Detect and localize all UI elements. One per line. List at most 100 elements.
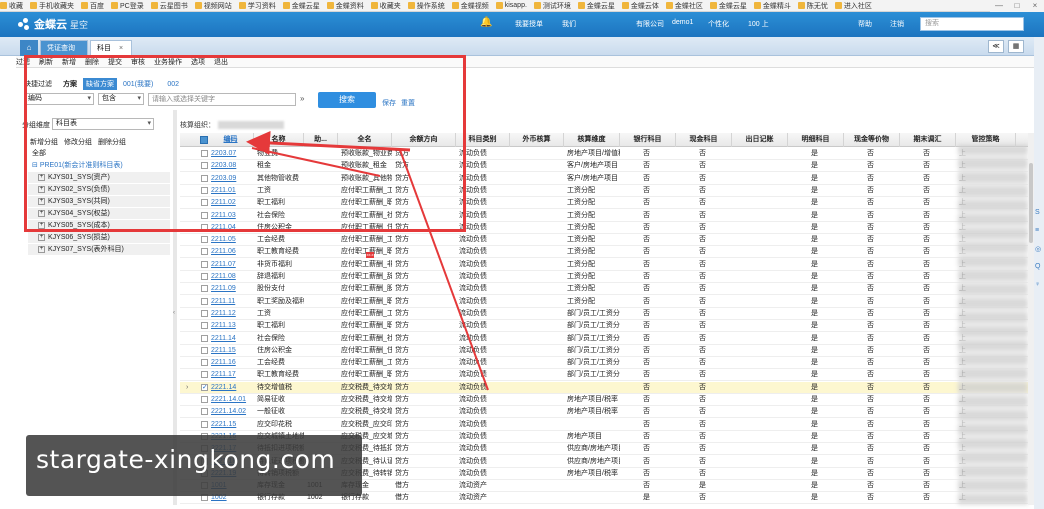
- bookmark-item[interactable]: 收藏夹: [370, 1, 401, 11]
- bookmark-item[interactable]: 金蝶社区: [665, 1, 703, 11]
- table-row[interactable]: 2211.07非货币福利应付职工薪酬_非货贷方流动负债工资分配否否是否否上: [180, 259, 1028, 271]
- bookmark-item[interactable]: 学习资料: [238, 1, 276, 11]
- table-row[interactable]: 2211.09股份支付应付职工薪酬_股份贷方流动负债工资分配否否是否否上: [180, 283, 1028, 296]
- table-row[interactable]: ›2221.14待交增值税应交税费_待交增值贷方流动负债否否是否否上: [180, 381, 1028, 394]
- user-name[interactable]: demo1: [672, 19, 693, 26]
- help-menu[interactable]: 帮助: [858, 19, 872, 29]
- table-row[interactable]: 2221.15应交印花税应交税费_应交印花贷方流动负债否否是否否上: [180, 419, 1028, 431]
- table-row[interactable]: 2211.06职工教育经费应付职工薪酬_职工贷方流动负债工资分配否否是否否上: [180, 246, 1028, 259]
- side-tool-icon[interactable]: S: [1035, 209, 1040, 216]
- column-header[interactable]: 期末调汇: [900, 133, 956, 147]
- column-header[interactable]: 银行科目: [620, 133, 676, 147]
- row-checkbox[interactable]: [201, 346, 208, 354]
- table-row[interactable]: 2211.15住房公积金 应付职工薪酬_住房贷方 流动负债 部门/员工/工资分配 否 否 是…: [180, 345, 1028, 357]
- row-checkbox[interactable]: [201, 420, 208, 428]
- personalize-menu[interactable]: 个性化: [708, 19, 729, 29]
- bookmark-item[interactable]: PC登录: [111, 1, 144, 11]
- tree-item[interactable]: + KJYS06_SYS(损益): [28, 232, 170, 244]
- bookmark-item[interactable]: 手机收藏夹: [30, 1, 74, 11]
- maximize-icon[interactable]: □: [1008, 0, 1026, 12]
- cell-code[interactable]: 2211.12: [211, 308, 254, 320]
- bookmark-item[interactable]: 收藏: [0, 1, 23, 11]
- expand-plus-icon[interactable]: +: [38, 233, 45, 241]
- bookmark-item[interactable]: 金蝶云星: [709, 1, 747, 11]
- table-row[interactable]: 2211.17职工教育经费 应付职工薪酬_职工贷方 流动负债 部门/员工/工资分配 否 否…: [180, 369, 1028, 382]
- cell-code[interactable]: 2211.13: [211, 320, 254, 332]
- org-name[interactable]: 有限公司: [636, 19, 664, 29]
- table-row[interactable]: 2211.14社会保险 应付职工薪酬_社会贷方 流动负债 部门/员工/工资分配 否 否 是 否…: [180, 333, 1028, 345]
- bookmark-item[interactable]: 百度: [81, 1, 104, 11]
- row-checkbox[interactable]: [201, 297, 208, 305]
- tree-item[interactable]: + KJYS07_SYS(表外科目): [28, 244, 170, 256]
- bookmark-item[interactable]: 金蝶精斗: [753, 1, 791, 11]
- bookmark-item[interactable]: kisapp.: [495, 2, 527, 9]
- table-row[interactable]: 2211.11职工奖励及福利基应付职工薪酬_职工贷方流动负债工资分配否否是否否上: [180, 296, 1028, 308]
- side-tool-icon[interactable]: ≡: [1035, 227, 1039, 234]
- kingdee-logo[interactable]: 金蝶云 星空: [18, 16, 88, 32]
- bookmark-item[interactable]: 陈无忧: [797, 1, 828, 11]
- table-row[interactable]: 2221.14.02一般征收 应交税费_待交增值贷方 流动负债 房地产项目/税率 否 否 是…: [180, 406, 1028, 419]
- bookmark-item[interactable]: 云星图书: [150, 1, 188, 11]
- column-header[interactable]: 明细科目: [788, 133, 844, 147]
- row-checkbox[interactable]: [201, 309, 208, 317]
- collapse-icon[interactable]: ≪: [988, 40, 1004, 53]
- bookmark-item[interactable]: 测试环境: [533, 1, 571, 11]
- topbar-item[interactable]: 我要授单: [515, 19, 543, 29]
- row-checkbox[interactable]: [201, 322, 208, 330]
- side-tool-icon[interactable]: Q: [1035, 263, 1040, 270]
- bookmark-item[interactable]: 金蝶资料: [326, 1, 364, 11]
- cell-code[interactable]: 2221.15: [211, 419, 254, 431]
- row-checkbox[interactable]: [201, 273, 208, 280]
- cell-code[interactable]: 2211.11: [211, 296, 254, 308]
- table-row[interactable]: 2211.05工会经费应付职工薪酬_工会贷方流动负债工资分配否否是否否上: [180, 234, 1028, 247]
- side-tool-icon[interactable]: ◎: [1035, 245, 1041, 253]
- cell-code[interactable]: 2221.14: [211, 382, 254, 394]
- row-checkbox[interactable]: [201, 371, 208, 379]
- cell-code[interactable]: 2211.15: [211, 345, 254, 357]
- table-row[interactable]: 2211.08辞退福利应付职工薪酬_辞退贷方流动负债工资分配否否是否否上: [180, 271, 1028, 283]
- row-checkbox[interactable]: [201, 334, 208, 342]
- collapse-arrow-icon[interactable]: ‹: [173, 310, 175, 316]
- row-checkbox[interactable]: [201, 383, 208, 391]
- row-checkbox[interactable]: [201, 248, 208, 256]
- cell-code[interactable]: 2211.14: [211, 333, 254, 345]
- cell-code[interactable]: 2211.06: [211, 246, 254, 258]
- org-code[interactable]: 100 上: [748, 19, 769, 29]
- close-window-icon[interactable]: ×: [1026, 0, 1044, 12]
- row-checkbox[interactable]: [201, 359, 208, 367]
- grid-menu-icon[interactable]: ▦: [1008, 40, 1024, 53]
- cell-code[interactable]: 2211.17: [211, 369, 254, 381]
- bookmark-item[interactable]: 进入社区: [834, 1, 872, 11]
- cell-code[interactable]: 2221.14.02: [211, 406, 254, 418]
- expand-plus-icon[interactable]: +: [38, 245, 45, 253]
- column-header[interactable]: 核算维度: [564, 133, 620, 147]
- logout-link[interactable]: 注销: [890, 19, 904, 29]
- table-row[interactable]: 2221.14.01简易征收 应交税费_待交增值贷方 流动负债 房地产项目/税率 否 否 是…: [180, 394, 1028, 406]
- bell-icon[interactable]: 🔔: [480, 17, 492, 28]
- row-checkbox[interactable]: [201, 285, 208, 293]
- table-row[interactable]: 2211.12工资应付职工薪酬_工资贷方流动负债部门/员工/工资分配否否是否否上: [180, 308, 1028, 320]
- cell-code[interactable]: 2211.05: [211, 234, 254, 246]
- bookmark-item[interactable]: 金蝶云星: [282, 1, 320, 11]
- topbar-item[interactable]: 我们: [562, 19, 576, 29]
- cell-code[interactable]: 2211.07: [211, 259, 254, 271]
- column-header[interactable]: 出日记账: [732, 133, 788, 147]
- row-checkbox[interactable]: [201, 408, 208, 416]
- close-icon[interactable]: ×: [119, 45, 123, 52]
- bookmark-item[interactable]: 金蝶云星: [577, 1, 615, 11]
- minimize-icon[interactable]: —: [990, 0, 1008, 12]
- global-search-input[interactable]: 搜索: [920, 17, 1024, 31]
- row-checkbox[interactable]: [201, 236, 208, 244]
- cell-code[interactable]: 2221.14.01: [211, 394, 254, 406]
- cell-code[interactable]: 2211.16: [211, 357, 254, 369]
- tab-voucher-query[interactable]: 凭证查询: [40, 40, 88, 56]
- bookmark-item[interactable]: 金蝶云体: [621, 1, 659, 11]
- side-tool-icon[interactable]: ♀: [1035, 281, 1040, 288]
- table-row[interactable]: 2211.13职工福利 应付职工薪酬_职工贷方 流动负债 部门/员工/工资分配 否 否 是 否…: [180, 320, 1028, 333]
- bookmark-item[interactable]: 金蝶视频: [451, 1, 489, 11]
- row-checkbox[interactable]: [201, 260, 208, 268]
- column-header[interactable]: 现金科目: [676, 133, 732, 147]
- bookmark-item[interactable]: 操作系统: [407, 1, 445, 11]
- column-header[interactable]: 外币核算: [510, 133, 564, 147]
- bookmark-item[interactable]: 视频网站: [194, 1, 232, 11]
